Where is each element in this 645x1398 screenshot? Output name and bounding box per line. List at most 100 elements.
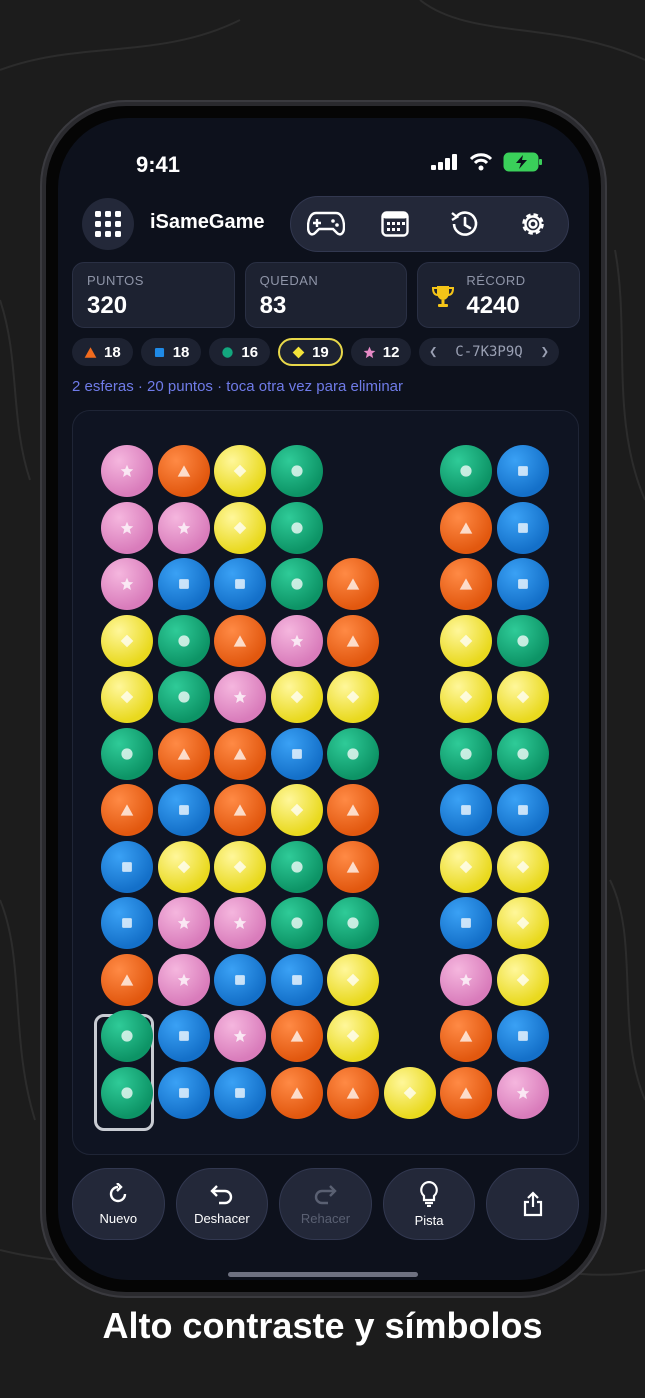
ball-orange-triangle[interactable] [214, 614, 266, 667]
ball-yellow-diamond[interactable] [327, 953, 379, 1006]
ball-blue-square[interactable] [270, 953, 323, 1006]
ball-green-circle[interactable] [440, 445, 492, 497]
ball-orange-triangle[interactable] [101, 784, 153, 836]
ball-yellow-diamond[interactable] [214, 501, 266, 554]
ball-blue-square[interactable] [440, 897, 492, 949]
ball-yellow-diamond[interactable] [496, 840, 549, 893]
ball-blue-square[interactable] [270, 727, 323, 780]
ball-blue-square[interactable] [157, 558, 210, 610]
ball-orange-triangle[interactable] [214, 784, 266, 836]
ball-green-circle[interactable] [270, 501, 323, 554]
share-button[interactable] [486, 1168, 579, 1240]
ball-orange-triangle[interactable] [440, 501, 492, 554]
ball-yellow-diamond[interactable] [327, 671, 379, 723]
ball-green-circle[interactable] [101, 727, 153, 780]
ball-pink-star[interactable] [157, 897, 210, 949]
redo-button[interactable]: Rehacer [279, 1168, 372, 1240]
ball-green-circle[interactable] [327, 727, 379, 780]
ball-blue-square[interactable] [496, 558, 549, 610]
ball-yellow-diamond[interactable] [270, 784, 323, 836]
ball-pink-star[interactable] [157, 501, 210, 554]
ball-blue-square[interactable] [101, 897, 153, 949]
ball-pink-star[interactable] [270, 614, 323, 667]
ball-yellow-diamond[interactable] [440, 614, 492, 667]
ball-blue-square[interactable] [496, 445, 549, 497]
ball-blue-square[interactable] [157, 784, 210, 836]
ball-blue-square[interactable] [496, 784, 549, 836]
ball-orange-triangle[interactable] [157, 727, 210, 780]
ball-green-circle[interactable] [270, 558, 323, 610]
ball-yellow-diamond[interactable] [496, 671, 549, 723]
ball-orange-triangle[interactable] [327, 558, 379, 610]
ball-orange-triangle[interactable] [101, 953, 153, 1006]
chevron-left-icon[interactable]: ❮ [429, 344, 437, 360]
ball-pink-star[interactable] [214, 897, 266, 949]
ball-yellow-diamond[interactable] [496, 897, 549, 949]
color-count-diamond[interactable]: 19 [278, 338, 343, 366]
ball-yellow-diamond[interactable] [214, 445, 266, 497]
ball-green-circle[interactable] [496, 614, 549, 667]
ball-orange-triangle[interactable] [440, 1010, 492, 1062]
ball-orange-triangle[interactable] [440, 558, 492, 610]
ball-orange-triangle[interactable] [327, 614, 379, 667]
ball-green-circle[interactable] [101, 1010, 153, 1062]
ball-yellow-diamond[interactable] [440, 671, 492, 723]
ball-orange-triangle[interactable] [270, 1066, 323, 1119]
ball-green-circle[interactable] [440, 727, 492, 780]
ball-green-circle[interactable] [327, 897, 379, 949]
ball-blue-square[interactable] [157, 1066, 210, 1119]
ball-yellow-diamond[interactable] [383, 1066, 436, 1119]
ball-green-circle[interactable] [496, 727, 549, 780]
ball-blue-square[interactable] [214, 953, 266, 1006]
chevron-right-icon[interactable]: ❯ [541, 344, 549, 360]
ball-green-circle[interactable] [101, 1066, 153, 1119]
ball-blue-square[interactable] [157, 1010, 210, 1062]
ball-green-circle[interactable] [270, 445, 323, 497]
ball-blue-square[interactable] [214, 558, 266, 610]
ball-blue-square[interactable] [496, 501, 549, 554]
ball-orange-triangle[interactable] [327, 784, 379, 836]
ball-yellow-diamond[interactable] [101, 671, 153, 723]
settings-button[interactable] [511, 202, 555, 246]
color-count-star[interactable]: 12 [350, 338, 412, 366]
new-game-button[interactable]: Nuevo [72, 1168, 165, 1240]
ball-yellow-diamond[interactable] [327, 1010, 379, 1062]
color-count-circle[interactable]: 16 [209, 338, 271, 366]
calendar-button[interactable] [373, 202, 417, 246]
ball-orange-triangle[interactable] [157, 445, 210, 497]
ball-blue-square[interactable] [496, 1010, 549, 1062]
ball-yellow-diamond[interactable] [214, 840, 266, 893]
ball-green-circle[interactable] [270, 840, 323, 893]
ball-orange-triangle[interactable] [327, 840, 379, 893]
ball-pink-star[interactable] [101, 445, 153, 497]
ball-blue-square[interactable] [214, 1066, 266, 1119]
ball-green-circle[interactable] [157, 671, 210, 723]
ball-yellow-diamond[interactable] [101, 614, 153, 667]
hint-button[interactable]: Pista [382, 1168, 476, 1240]
ball-yellow-diamond[interactable] [270, 671, 323, 723]
ball-pink-star[interactable] [214, 671, 266, 723]
ball-yellow-diamond[interactable] [440, 840, 492, 893]
ball-pink-star[interactable] [440, 953, 492, 1006]
ball-pink-star[interactable] [101, 558, 153, 610]
ball-orange-triangle[interactable] [270, 1010, 323, 1062]
ball-pink-star[interactable] [157, 953, 210, 1006]
ball-orange-triangle[interactable] [440, 1066, 492, 1119]
ball-green-circle[interactable] [270, 897, 323, 949]
ball-blue-square[interactable] [101, 840, 153, 893]
ball-orange-triangle[interactable] [327, 1066, 379, 1119]
history-button[interactable] [442, 202, 486, 246]
menu-button[interactable] [82, 198, 134, 250]
ball-green-circle[interactable] [157, 614, 210, 667]
ball-yellow-diamond[interactable] [496, 953, 549, 1006]
color-count-triangle[interactable]: 18 [72, 338, 133, 366]
ball-blue-square[interactable] [440, 784, 492, 836]
ball-orange-triangle[interactable] [214, 727, 266, 780]
ball-pink-star[interactable] [214, 1010, 266, 1062]
ball-pink-star[interactable] [101, 501, 153, 554]
ball-pink-star[interactable] [496, 1066, 549, 1119]
undo-button[interactable]: Deshacer [175, 1168, 269, 1240]
color-count-square[interactable]: 18 [140, 338, 202, 366]
ball-yellow-diamond[interactable] [157, 840, 210, 893]
game-modes-button[interactable] [304, 202, 348, 246]
